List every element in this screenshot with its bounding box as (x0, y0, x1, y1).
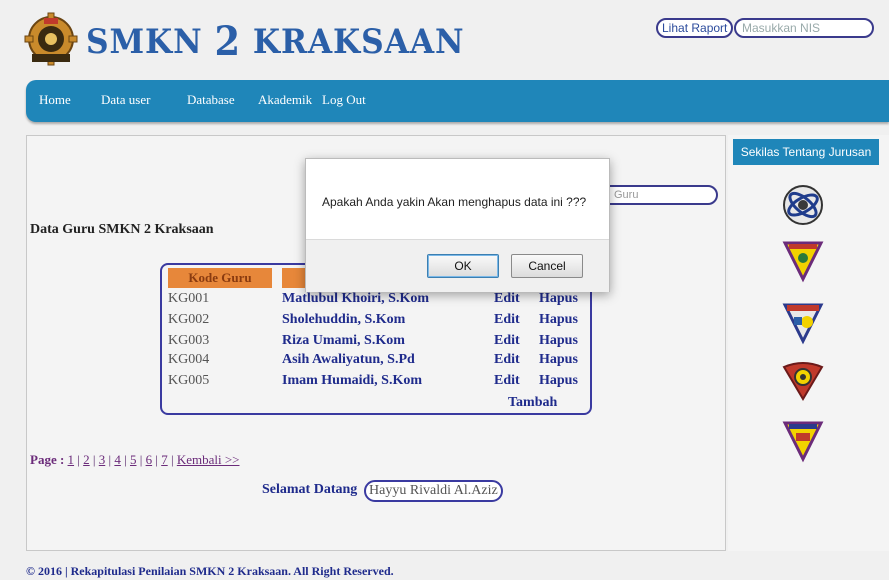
confirm-dialog: Apakah Anda yakin Akan menghapus data in… (305, 158, 610, 292)
cancel-button[interactable]: Cancel (511, 254, 583, 278)
dialog-message: Apakah Anda yakin Akan menghapus data in… (322, 195, 587, 209)
ok-button[interactable]: OK (427, 254, 499, 278)
dialog-footer: OK Cancel (306, 239, 609, 292)
